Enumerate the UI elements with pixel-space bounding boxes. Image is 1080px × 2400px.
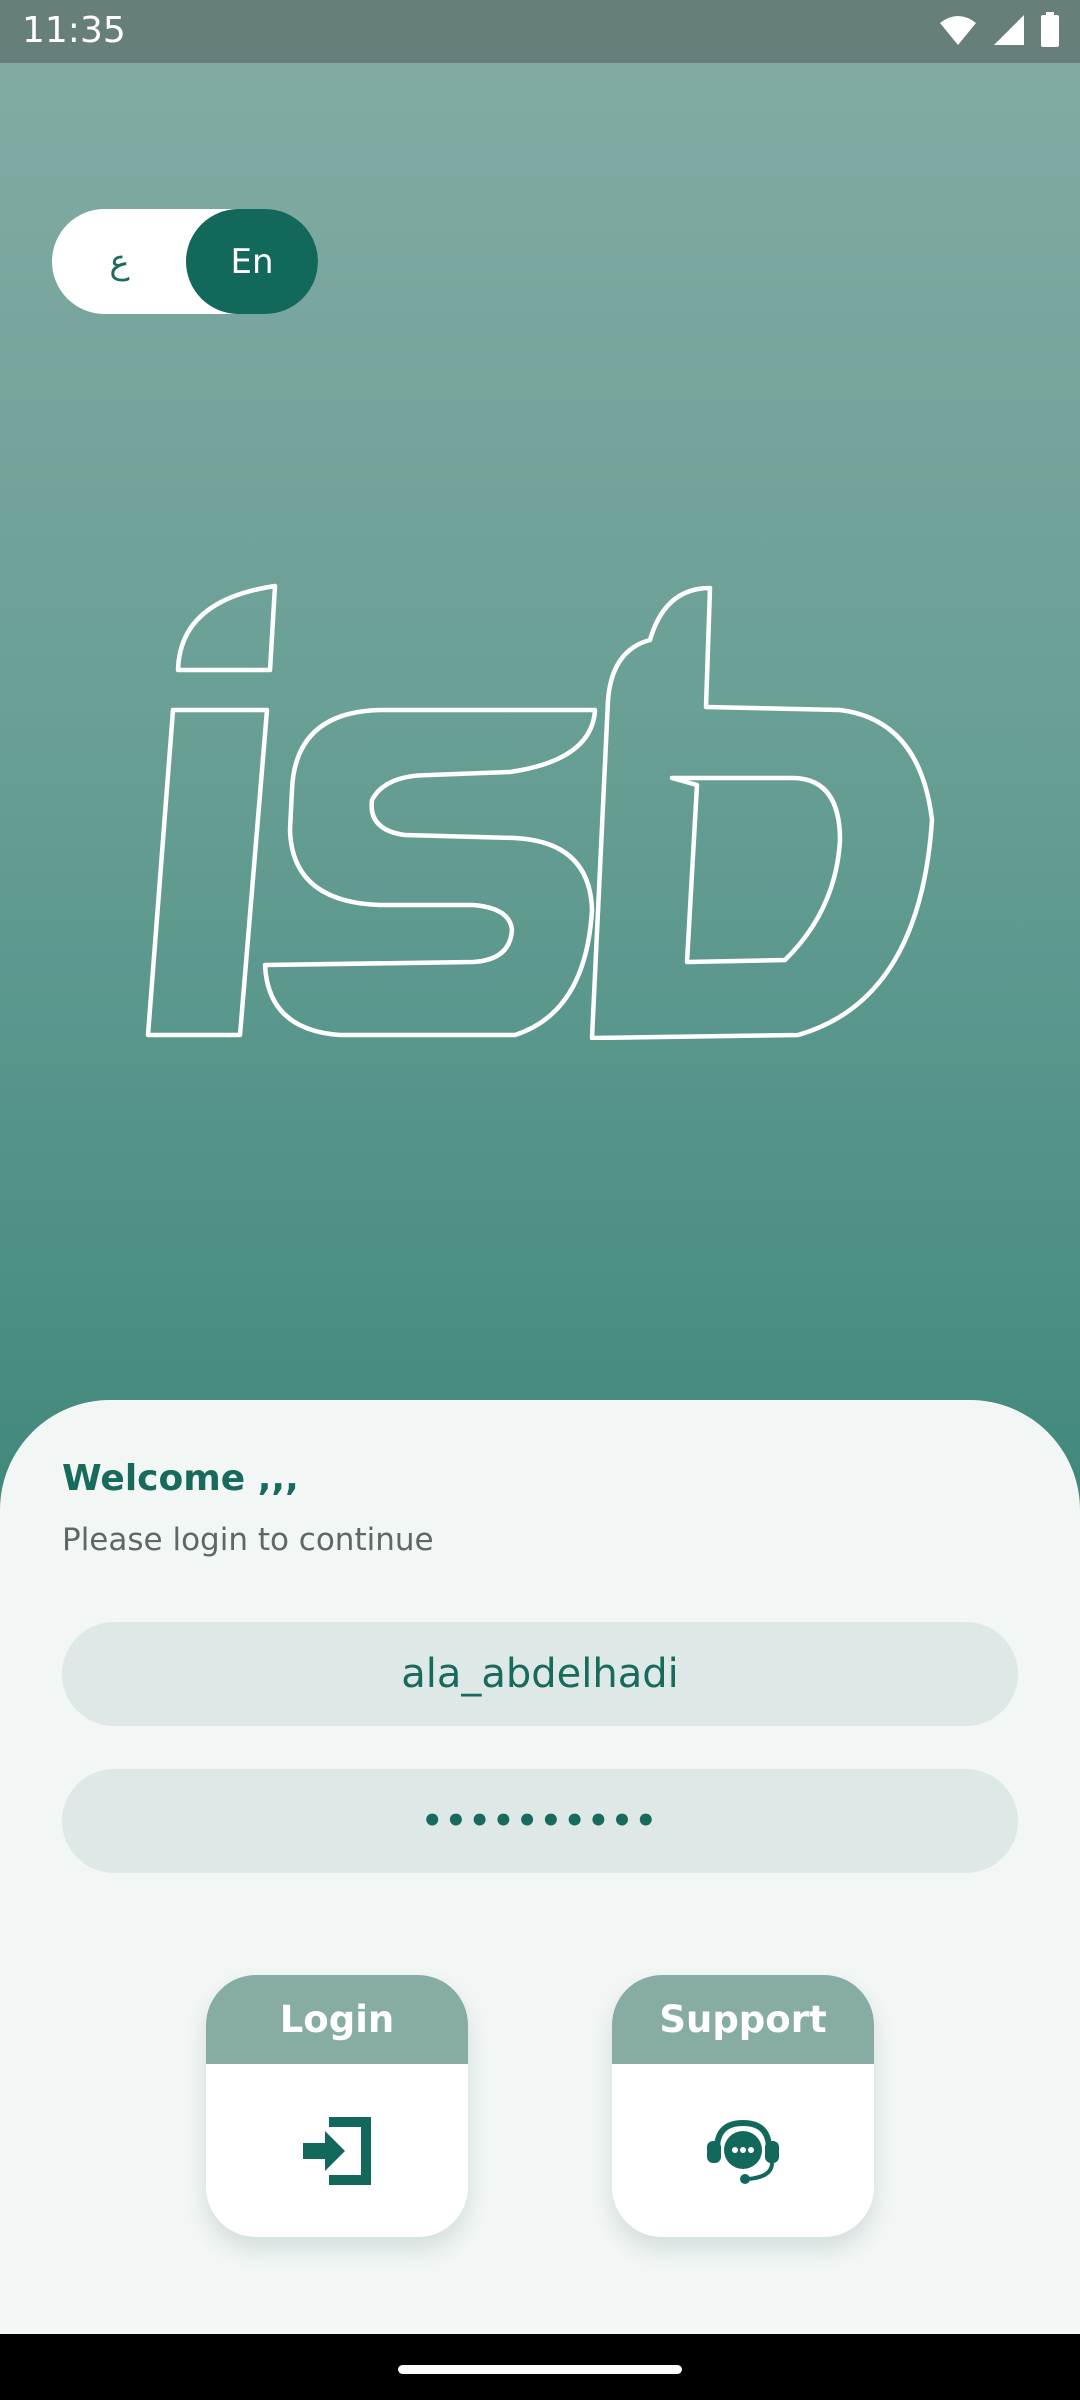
home-indicator[interactable] [398,2365,682,2374]
password-field[interactable]: •••••••••• [62,1769,1018,1873]
username-field[interactable]: ala_abdelhadi [62,1622,1018,1726]
login-sheet: Welcome ,,, Please login to continue ala… [0,1400,1080,2334]
language-toggle[interactable]: ع En [52,209,318,314]
language-option-arabic[interactable]: ع [52,209,187,314]
support-button-label: Support [612,1975,874,2064]
login-button-label: Login [206,1975,468,2064]
isb-logo [145,583,935,1040]
status-bar: 11:35 [0,0,1080,63]
wifi-icon [940,16,976,45]
support-button[interactable]: Support [612,1975,874,2237]
signal-icon [994,15,1024,45]
login-button[interactable]: Login [206,1975,468,2237]
battery-icon [1041,12,1059,47]
support-headset-icon [707,2119,779,2184]
login-subtitle: Please login to continue [62,1522,434,1558]
login-icon [303,2116,371,2185]
status-time: 11:35 [22,10,126,51]
language-option-english[interactable]: En [186,209,318,314]
welcome-heading: Welcome ,,, [62,1458,299,1499]
